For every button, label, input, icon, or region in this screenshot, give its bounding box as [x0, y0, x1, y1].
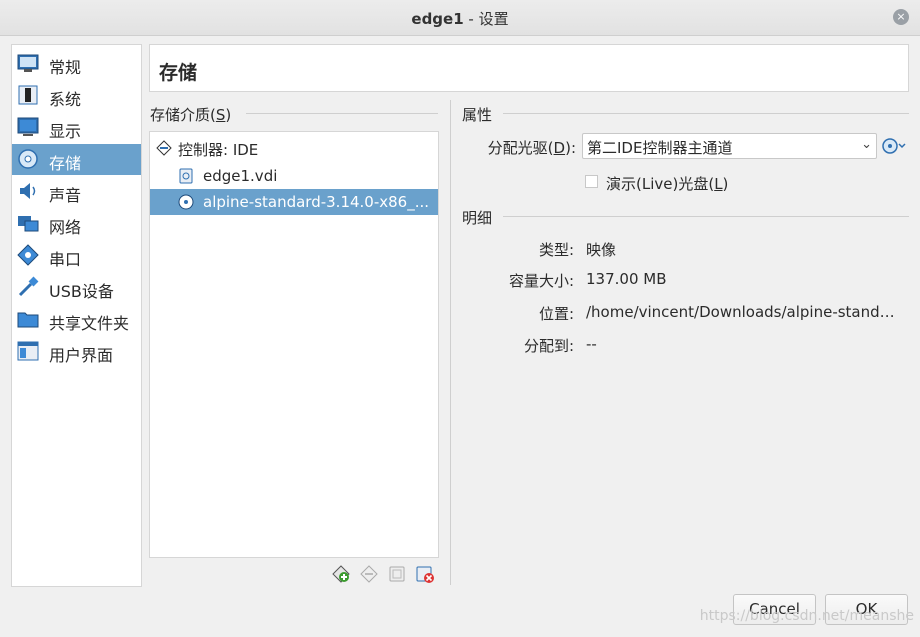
detail-attached-label: 分配到: [523, 337, 574, 355]
sidebar-item-label: 网络 [49, 218, 82, 237]
detail-size-label: 容量大小: [508, 272, 574, 290]
tree-item-hard-disk[interactable]: edge1.vdi [150, 163, 438, 189]
sidebar-item-system[interactable]: 系统 [12, 80, 141, 111]
settings-sidebar: 常规 系统 显示 存储 声音 网络 串口 USB设备 共享文件夹 用户界面 [11, 44, 142, 587]
live-cd-label: 演示(Live)光盘(L) [606, 175, 729, 193]
live-cd-checkbox[interactable] [585, 175, 598, 188]
sidebar-item-serial-port[interactable]: 串口 [12, 240, 141, 271]
optical-drive-select[interactable]: 第二IDE控制器主通道 ⌄ [582, 133, 877, 159]
tree-item-controller[interactable]: 控制器: IDE [150, 135, 438, 161]
divider [246, 113, 438, 114]
detail-size-value: 137.00 MB [586, 270, 667, 288]
choose-disk-icon[interactable] [882, 137, 906, 155]
add-controller-icon[interactable] [331, 564, 351, 584]
storage-tree[interactable]: 控制器: IDE edge1.vdi alpine-standard-3.14.… [149, 131, 439, 558]
detail-type-value: 映像 [586, 241, 617, 259]
remove-controller-icon[interactable] [359, 564, 379, 584]
attributes-title: 属性 [462, 106, 493, 124]
detail-attached-value: -- [586, 335, 597, 353]
sidebar-item-shared-folders[interactable]: 共享文件夹 [12, 304, 141, 335]
display-icon [17, 117, 39, 136]
network-icon [18, 216, 39, 232]
divider [503, 113, 909, 114]
sidebar-item-storage[interactable]: 存储 [12, 144, 141, 175]
sidebar-item-general[interactable]: 常规 [12, 48, 141, 79]
add-attachment-icon[interactable] [387, 564, 407, 584]
sidebar-item-label: 用户界面 [49, 346, 114, 365]
sidebar-item-label: 串口 [49, 250, 82, 269]
page-header: 存储 [149, 44, 909, 92]
sidebar-item-label: 声音 [49, 186, 82, 205]
sidebar-item-label: 显示 [49, 122, 82, 141]
storage-devices-title: 存储介质(S) [150, 106, 232, 124]
sidebar-item-label: 常规 [49, 58, 82, 77]
optical-drive-value: 第二IDE控制器主通道 [587, 139, 733, 157]
general-icon [17, 54, 39, 72]
system-icon [18, 85, 38, 105]
sidebar-item-network[interactable]: 网络 [12, 208, 141, 239]
watermark: https://blog.csdn.net/meanshe [699, 608, 914, 624]
optical-drive-label: 分配光驱(D): [487, 139, 576, 157]
remove-attachment-icon[interactable] [415, 564, 435, 584]
audio-icon [20, 183, 36, 199]
tree-item-label: edge1.vdi [203, 167, 278, 185]
serial-port-icon [17, 244, 39, 266]
sidebar-item-usb[interactable]: USB设备 [12, 272, 141, 303]
chevron-down-icon: ⌄ [861, 137, 872, 152]
storage-icon [18, 149, 38, 169]
sidebar-item-user-interface[interactable]: 用户界面 [12, 336, 141, 367]
detail-location-value: /home/vincent/Downloads/alpine-stand… [586, 303, 895, 321]
close-icon[interactable]: × [893, 9, 909, 25]
usb-icon [18, 276, 39, 297]
sidebar-item-display[interactable]: 显示 [12, 112, 141, 143]
sidebar-item-label: 共享文件夹 [49, 314, 130, 333]
detail-type-label: 类型: [538, 241, 574, 259]
sidebar-item-label: USB设备 [49, 282, 114, 301]
window-title: edge1 - 设置 [411, 10, 509, 28]
hard-disk-icon [179, 168, 193, 184]
tree-item-label: alpine-standard-3.14.0-x86_... [203, 193, 430, 211]
page-title: 存储 [159, 62, 198, 84]
title-bar: edge1 - 设置 × [0, 0, 920, 36]
sidebar-item-label: 存储 [49, 154, 82, 173]
sidebar-item-label: 系统 [49, 90, 82, 109]
tree-item-label: 控制器: IDE [178, 141, 259, 159]
details-title: 明细 [462, 209, 493, 227]
ide-controller-icon [156, 140, 172, 156]
divider [503, 216, 909, 217]
tree-item-optical-disk[interactable]: alpine-standard-3.14.0-x86_... [150, 189, 438, 215]
optical-disk-icon [178, 194, 194, 210]
user-interface-icon [17, 341, 39, 361]
sidebar-item-audio[interactable]: 声音 [12, 176, 141, 207]
pane-divider [450, 100, 451, 585]
detail-location-label: 位置: [538, 305, 574, 323]
shared-folder-icon [17, 312, 39, 328]
